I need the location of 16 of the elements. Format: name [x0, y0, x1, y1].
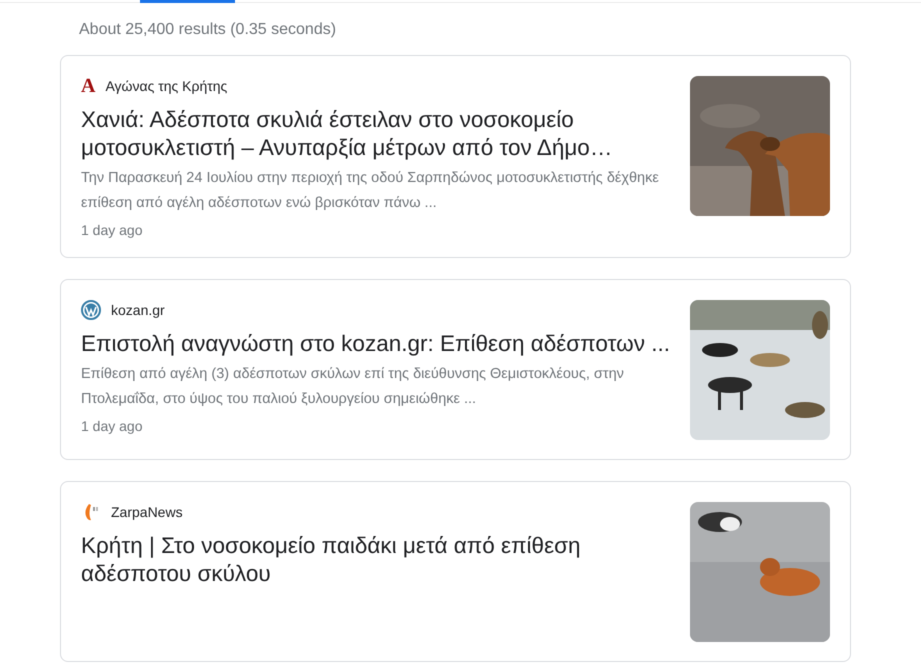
source-name: ZarpaNews [111, 504, 183, 520]
news-title[interactable]: Χανιά: Αδέσποτα σκυλιά έστειλαν στο νοσοκομείο μοτοσυκλετιστή – Ανυπαρξία μέτρων από τον Δήμο… [81, 106, 670, 162]
source-name: kozan.gr [111, 302, 165, 318]
source-name: Αγώνας της Κρήτης [105, 78, 228, 94]
wordpress-icon [81, 300, 101, 320]
news-card[interactable]: ZarpaNews Κρήτη | Στο νοσοκομείο παιδάκι μετά από επίθεση αδέσποτου σκύλου [60, 481, 851, 662]
news-title[interactable]: Επιστολή αναγνώστη στο kozan.gr: Επίθεση αδέσποτων ... [81, 330, 670, 358]
news-snippet: Την Παρασκευή 24 Ιουλίου στην περιοχή της οδού Σαρπηδώνος μοτοσυκλετιστής δέχθηκε επίθεση από αγέλη αδέσποτων ενώ βρισκόταν πάνω ... [81, 169, 660, 213]
news-card[interactable] [60, 55, 851, 258]
news-title[interactable]: Κρήτη | Στο νοσοκομείο παιδάκι μετά από επίθεση αδέσποτου σκύλου [81, 532, 670, 588]
news-time: 1 day ago [81, 222, 144, 238]
news-time: 1 day ago [81, 418, 144, 434]
news-card[interactable] [60, 279, 851, 460]
news-snippet: Επίθεση από αγέλη (3) αδέσποτων σκύλων επί της διεύθυνσης Θεμιστοκλέους, στην Πτολεμαΐδα, στο ύψος του παλιού ξυλουργείου σημειώθηκε ... [81, 365, 625, 409]
logo-icon: A [81, 76, 96, 96]
result-stats: About 25,400 results (0.35 seconds) [79, 20, 338, 40]
